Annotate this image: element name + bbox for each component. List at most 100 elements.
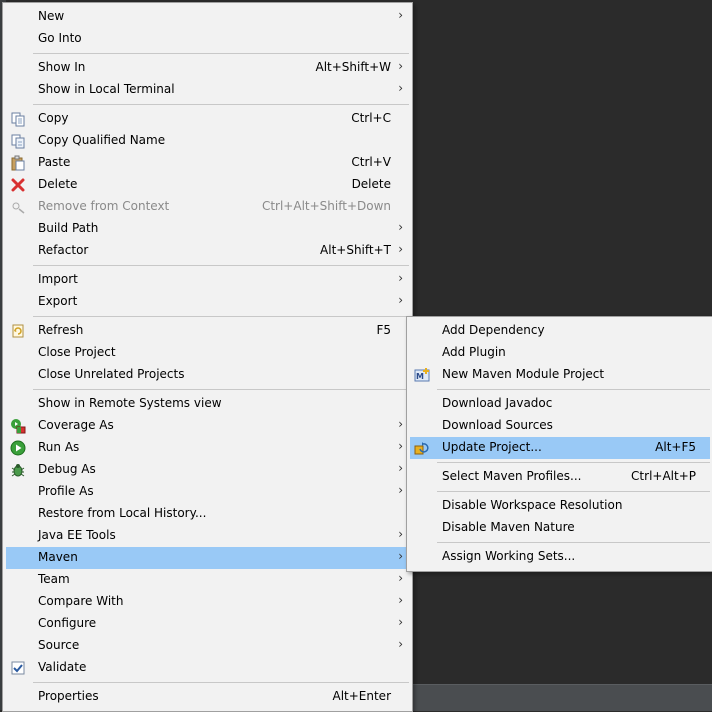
- menu-item-select-maven-profiles[interactable]: Select Maven Profiles... Ctrl+Alt+P: [410, 466, 710, 488]
- menu-item-build-path[interactable]: Build Path ›: [6, 218, 409, 240]
- menu-item-label: Paste: [38, 155, 71, 169]
- menu-item-label: Delete: [38, 177, 78, 191]
- menu-item-label: Go Into: [38, 31, 82, 45]
- menu-separator: [33, 389, 409, 390]
- paste-icon: [11, 155, 25, 171]
- menu-item-team[interactable]: Team ›: [6, 569, 409, 591]
- menu-item-label: Close Project: [38, 345, 116, 359]
- menu-item-show-in-remote-systems[interactable]: Show in Remote Systems view: [6, 393, 409, 415]
- menu-item-label: Show in Local Terminal: [38, 82, 175, 96]
- menu-item-assign-working-sets[interactable]: Assign Working Sets...: [410, 546, 710, 568]
- menu-separator: [437, 462, 710, 463]
- menu-item-coverage-as[interactable]: Coverage As ›: [6, 415, 409, 437]
- menu-item-profile-as[interactable]: Profile As ›: [6, 481, 409, 503]
- shortcut-label: Alt+Shift+W: [315, 60, 392, 74]
- menu-item-delete[interactable]: Delete Delete: [6, 174, 409, 196]
- menu-item-new[interactable]: New ›: [6, 6, 409, 28]
- update-project-icon: [414, 442, 429, 455]
- menu-item-label: Compare With: [38, 594, 124, 608]
- menu-item-paste[interactable]: Paste Ctrl+V: [6, 152, 409, 174]
- menu-item-label: Configure: [38, 616, 97, 630]
- shortcut-label: Ctrl+C: [351, 111, 391, 125]
- submenu-arrow-icon: ›: [398, 571, 403, 585]
- submenu-arrow-icon: ›: [398, 271, 403, 285]
- shortcut-label: Ctrl+V: [351, 155, 391, 169]
- submenu-arrow-icon: ›: [398, 8, 403, 22]
- remove-context-icon: [12, 202, 25, 214]
- menu-item-label: Debug As: [38, 462, 96, 476]
- menu-item-label: Run As: [38, 440, 80, 454]
- menu-item-java-ee-tools[interactable]: Java EE Tools ›: [6, 525, 409, 547]
- menu-item-remove-from-context[interactable]: Remove from Context Ctrl+Alt+Shift+Down: [6, 196, 409, 218]
- menu-separator: [33, 682, 409, 683]
- menu-item-label: Restore from Local History...: [38, 506, 207, 520]
- menu-separator: [437, 389, 710, 390]
- menu-item-disable-maven-nature[interactable]: Disable Maven Nature: [410, 517, 710, 539]
- menu-item-label: Maven: [38, 550, 78, 564]
- delete-icon: [11, 178, 25, 192]
- submenu-arrow-icon: ›: [398, 293, 403, 307]
- menu-item-copy[interactable]: Copy Ctrl+C: [6, 108, 409, 130]
- refresh-icon: [12, 324, 24, 338]
- menu-item-add-plugin[interactable]: Add Plugin: [410, 342, 710, 364]
- menu-item-refresh[interactable]: Refresh F5: [6, 320, 409, 342]
- menu-item-label: Build Path: [38, 221, 99, 235]
- menu-item-close-project[interactable]: Close Project: [6, 342, 409, 364]
- maven-module-icon: M: [414, 368, 430, 382]
- menu-item-label: Disable Workspace Resolution: [442, 498, 623, 512]
- menu-item-update-project[interactable]: Update Project... Alt+F5: [410, 437, 710, 459]
- menu-item-copy-qualified-name[interactable]: Copy Qualified Name: [6, 130, 409, 152]
- menu-item-label: Show in Remote Systems view: [38, 396, 222, 410]
- menu-item-configure[interactable]: Configure ›: [6, 613, 409, 635]
- menu-item-label: Import: [38, 272, 78, 286]
- menu-item-label: Download Sources: [442, 418, 553, 432]
- submenu-arrow-icon: ›: [398, 220, 403, 234]
- submenu-arrow-icon: ›: [398, 417, 403, 431]
- menu-item-label: Profile As: [38, 484, 94, 498]
- menu-item-label: Coverage As: [38, 418, 114, 432]
- menu-item-download-javadoc[interactable]: Download Javadoc: [410, 393, 710, 415]
- menu-item-label: Refactor: [38, 243, 89, 257]
- shortcut-label: F5: [376, 323, 391, 337]
- menu-item-label: Validate: [38, 660, 87, 674]
- menu-item-debug-as[interactable]: Debug As ›: [6, 459, 409, 481]
- submenu-arrow-icon: ›: [398, 461, 403, 475]
- menu-item-show-in-local-terminal[interactable]: Show in Local Terminal ›: [6, 79, 409, 101]
- menu-item-label: Remove from Context: [38, 199, 170, 213]
- menu-item-refactor[interactable]: Refactor Alt+Shift+T ›: [6, 240, 409, 262]
- menu-item-export[interactable]: Export ›: [6, 291, 409, 313]
- debug-bug-icon: [11, 464, 25, 477]
- menu-separator: [437, 491, 710, 492]
- menu-item-label: Assign Working Sets...: [442, 549, 576, 563]
- menu-item-label: Copy Qualified Name: [38, 133, 166, 147]
- coverage-icon: [11, 419, 26, 434]
- menu-item-label: Java EE Tools: [38, 528, 116, 542]
- menu-item-disable-workspace-resolution[interactable]: Disable Workspace Resolution: [410, 495, 710, 517]
- shortcut-label: Delete: [351, 177, 391, 191]
- menu-item-show-in[interactable]: Show In Alt+Shift+W ›: [6, 57, 409, 79]
- menu-item-new-maven-module-project[interactable]: M New Maven Module Project: [410, 364, 710, 386]
- maven-submenu: Add Dependency Add Plugin M New Maven Mo…: [406, 316, 712, 572]
- menu-item-label: Update Project...: [442, 440, 542, 454]
- menu-item-compare-with[interactable]: Compare With ›: [6, 591, 409, 613]
- shortcut-label: Alt+Enter: [332, 689, 391, 703]
- menu-item-run-as[interactable]: Run As ›: [6, 437, 409, 459]
- menu-item-close-unrelated-projects[interactable]: Close Unrelated Projects: [6, 364, 409, 386]
- menu-item-import[interactable]: Import ›: [6, 269, 409, 291]
- submenu-arrow-icon: ›: [398, 549, 403, 563]
- menu-item-download-sources[interactable]: Download Sources: [410, 415, 710, 437]
- menu-item-maven[interactable]: Maven ›: [6, 547, 409, 569]
- menu-item-go-into[interactable]: Go Into: [6, 28, 409, 50]
- menu-item-label: Source: [38, 638, 80, 652]
- copy-icon: [11, 112, 25, 127]
- menu-item-properties[interactable]: Properties Alt+Enter: [6, 686, 409, 708]
- menu-item-label: Close Unrelated Projects: [38, 367, 185, 381]
- menu-item-source[interactable]: Source ›: [6, 635, 409, 657]
- submenu-arrow-icon: ›: [398, 593, 403, 607]
- menu-item-restore-local-history[interactable]: Restore from Local History...: [6, 503, 409, 525]
- menu-item-validate[interactable]: Validate: [6, 657, 409, 679]
- background-status-bar: [410, 684, 712, 711]
- menu-item-add-dependency[interactable]: Add Dependency: [410, 320, 710, 342]
- menu-separator: [33, 104, 409, 105]
- svg-text:M: M: [416, 372, 424, 381]
